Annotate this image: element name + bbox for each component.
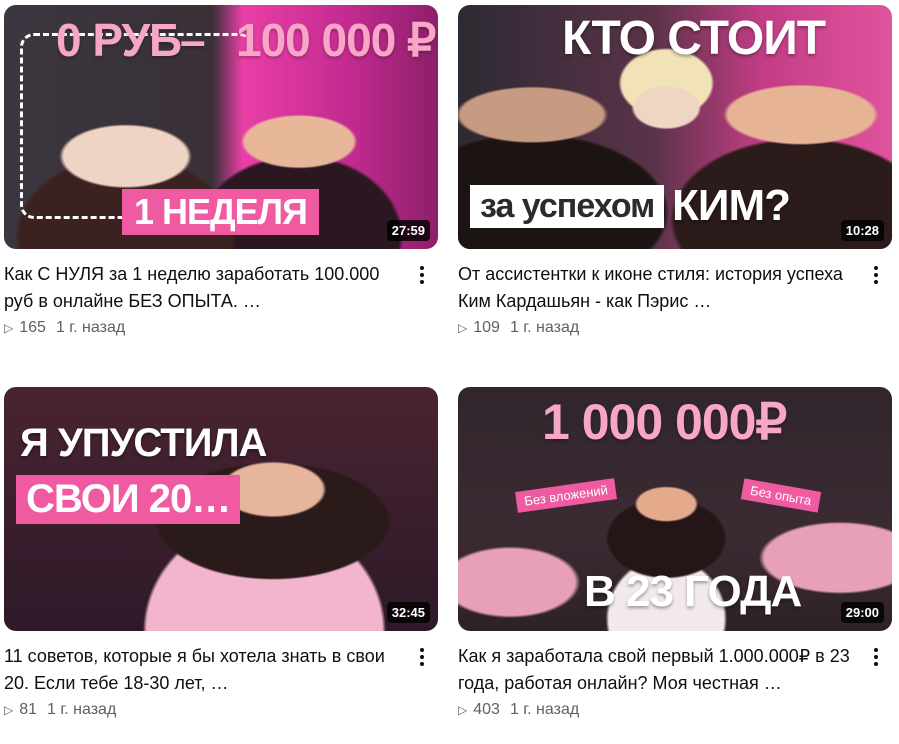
play-triangle-icon: ▷ bbox=[458, 703, 468, 717]
upload-age: 1 г. назад bbox=[509, 319, 580, 336]
video-title[interactable]: От ассистентки к иконе стиля: история ус… bbox=[458, 261, 858, 315]
video-stats: ▷ 109 1 г. назад bbox=[458, 319, 892, 337]
video-duration: 10:28 bbox=[840, 220, 884, 241]
upload-age: 1 г. назад bbox=[509, 701, 580, 718]
thumbnail-text: КИМ? bbox=[672, 181, 791, 230]
play-triangle-icon: ▷ bbox=[458, 321, 468, 335]
thumbnail-text: Я УПУСТИЛА bbox=[20, 421, 267, 465]
video-duration: 27:59 bbox=[386, 220, 430, 241]
view-count: 109 bbox=[473, 319, 500, 336]
thumbnail-text: КТО СТОИТ bbox=[562, 12, 826, 65]
play-triangle-icon: ▷ bbox=[4, 321, 14, 335]
more-vert-icon[interactable] bbox=[410, 263, 434, 287]
thumbnail-text: – bbox=[180, 14, 206, 66]
upload-age: 1 г. назад bbox=[55, 319, 126, 336]
video-title[interactable]: Как С НУЛЯ за 1 неделю заработать 100.00… bbox=[4, 261, 404, 315]
video-duration: 29:00 bbox=[840, 602, 884, 623]
thumbnail-text: 100 000 ₽ bbox=[236, 14, 436, 66]
video-stats: ▷ 81 1 г. назад bbox=[4, 701, 438, 719]
video-card[interactable]: Я УПУСТИЛА СВОИ 20… 32:45 11 советов, ко… bbox=[4, 387, 438, 719]
more-vert-icon[interactable] bbox=[864, 263, 888, 287]
play-triangle-icon: ▷ bbox=[4, 703, 14, 717]
more-vert-icon[interactable] bbox=[410, 645, 434, 669]
video-thumbnail[interactable]: 1 000 000₽ Без вложений Без опыта В 23 Г… bbox=[458, 387, 892, 631]
video-thumbnail[interactable]: Я УПУСТИЛА СВОИ 20… 32:45 bbox=[4, 387, 438, 631]
video-card[interactable]: КТО СТОИТ за успехом КИМ? 10:28 От ассис… bbox=[458, 5, 892, 337]
video-thumbnail[interactable]: КТО СТОИТ за успехом КИМ? 10:28 bbox=[458, 5, 892, 249]
thumbnail-text: СВОИ 20… bbox=[16, 475, 241, 524]
view-count: 165 bbox=[19, 319, 46, 336]
thumbnail-text: за успехом bbox=[470, 185, 665, 228]
video-stats: ▷ 403 1 г. назад bbox=[458, 701, 892, 719]
video-title[interactable]: 11 советов, которые я бы хотела знать в … bbox=[4, 643, 404, 697]
view-count: 81 bbox=[19, 701, 38, 718]
thumbnail-text: 1 000 000₽ bbox=[542, 394, 787, 450]
thumbnail-text: 0 РУБ bbox=[56, 14, 182, 66]
video-card[interactable]: 1 000 000₽ Без вложений Без опыта В 23 Г… bbox=[458, 387, 892, 719]
view-count: 403 bbox=[473, 701, 500, 718]
video-duration: 32:45 bbox=[386, 602, 430, 623]
more-vert-icon[interactable] bbox=[864, 645, 888, 669]
video-stats: ▷ 165 1 г. назад bbox=[4, 319, 438, 337]
video-thumbnail[interactable]: 0 РУБ – 100 000 ₽ 1 НЕДЕЛЯ 27:59 bbox=[4, 5, 438, 249]
upload-age: 1 г. назад bbox=[47, 701, 117, 718]
thumbnail-text: В 23 ГОДА bbox=[584, 567, 802, 616]
video-title[interactable]: Как я заработала свой первый 1.000.000₽ … bbox=[458, 643, 858, 697]
video-card[interactable]: 0 РУБ – 100 000 ₽ 1 НЕДЕЛЯ 27:59 Как С Н… bbox=[4, 5, 438, 337]
thumbnail-text: 1 НЕДЕЛЯ bbox=[122, 189, 319, 235]
